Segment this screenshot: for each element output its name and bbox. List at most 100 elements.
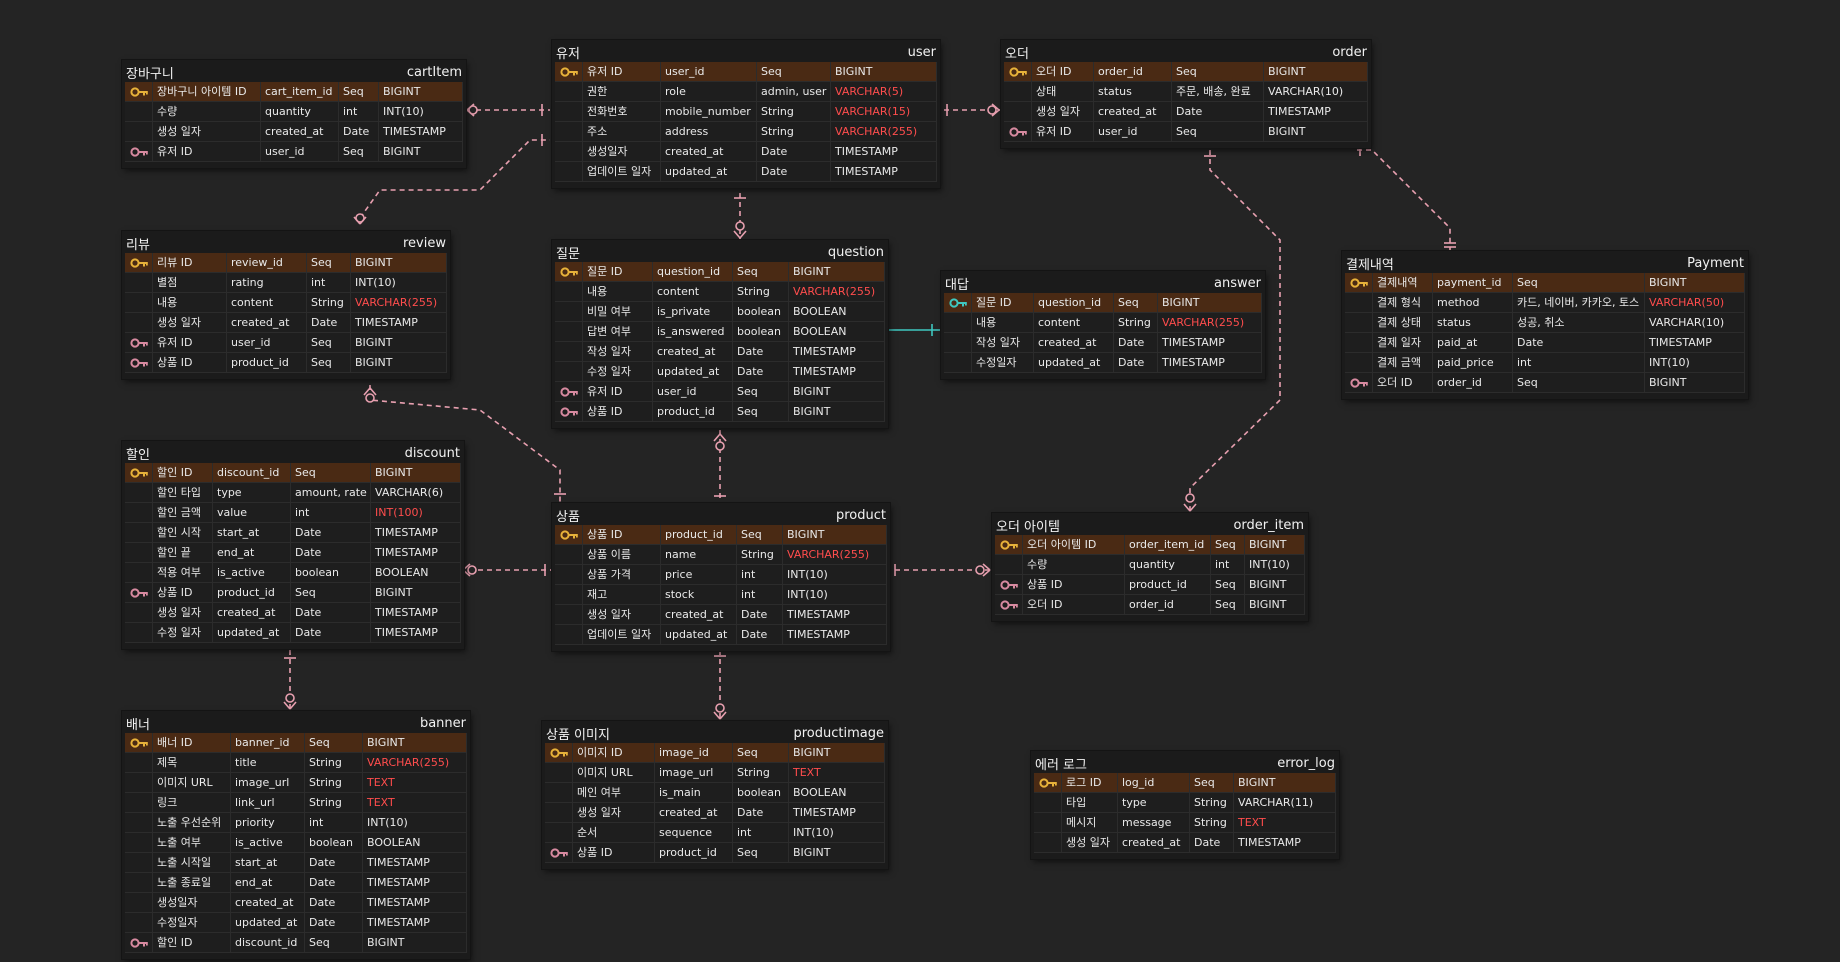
- column-type: INT(10): [351, 273, 447, 293]
- column-name-en: is_active: [231, 833, 305, 853]
- column-name-ko: 작성 일자: [972, 333, 1034, 353]
- column-name-ko: 재고: [583, 585, 661, 605]
- column-type: BIGINT: [379, 142, 463, 162]
- column-name-ko: 생성 일자: [1032, 102, 1094, 122]
- column-kind: Date: [1114, 333, 1158, 353]
- column-name-ko: 결제 형식: [1373, 293, 1433, 313]
- table-title-en: error_log: [1277, 755, 1335, 771]
- column-name-en: address: [661, 122, 757, 142]
- key-slot: [125, 893, 153, 913]
- table-rows: 할인 ID discount_id Seq BIGINT 할인 타입 type amount…: [125, 463, 461, 643]
- key-slot: [545, 823, 573, 843]
- key-slot: [125, 833, 153, 853]
- column-name-ko: 상품 ID: [153, 353, 227, 373]
- column-kind: Seq: [291, 583, 371, 603]
- column-kind: Seq: [339, 82, 379, 102]
- key-slot: [125, 483, 153, 503]
- column-kind: Date: [305, 893, 363, 913]
- column-name-en: method: [1433, 293, 1513, 313]
- column-kind: Seq: [1211, 595, 1245, 615]
- primary-foreign-key-icon: [944, 293, 972, 313]
- crow-foot-marker: [1183, 503, 1197, 512]
- table-payment[interactable]: 결제내역 Payment 결제내역 payment_id Seq BIGINT 결제 형식 m…: [1342, 251, 1748, 399]
- column-name-ko: 유저 ID: [153, 333, 227, 353]
- key-slot: [1004, 82, 1032, 102]
- column-type: BOOLEAN: [789, 783, 885, 803]
- column-name-ko: 업데이트 일자: [583, 162, 661, 182]
- column-name-ko: 할인 금액: [153, 503, 213, 523]
- column-kind: Date: [305, 853, 363, 873]
- column-name-ko: 질문 ID: [583, 262, 653, 282]
- column-kind: Seq: [733, 262, 789, 282]
- table-title-ko: 결제내역: [1346, 257, 1394, 273]
- column-name-en: user_id: [261, 142, 339, 162]
- column-name-en: end_at: [231, 873, 305, 893]
- table-title-en: user: [907, 44, 936, 60]
- column-kind: int: [307, 273, 351, 293]
- table-discount[interactable]: 할인 discount 할인 ID discount_id Seq BIGINT 할인 타입…: [122, 441, 464, 649]
- column-kind: int: [733, 823, 789, 843]
- key-slot: [555, 162, 583, 182]
- table-title-ko: 대답: [945, 277, 969, 293]
- key-slot: [555, 122, 583, 142]
- column-name-en: name: [661, 545, 737, 565]
- column-name-ko: 노출 여부: [153, 833, 231, 853]
- table-review[interactable]: 리뷰 review 리뷰 ID review_id Seq BIGINT 별점 rating i…: [122, 231, 450, 379]
- column-name-en: user_id: [1094, 122, 1172, 142]
- column-kind: Seq: [733, 382, 789, 402]
- foreign-key-icon: [995, 575, 1023, 595]
- table-rows: 장바구니 아이템 ID cart_item_id Seq BIGINT 수량 quanti…: [125, 82, 463, 162]
- column-kind: 카드, 네이버, 카카오, 토스: [1513, 293, 1645, 313]
- table-cartitem[interactable]: 장바구니 cartItem 장바구니 아이템 ID cart_item_id Seq BI…: [122, 60, 466, 168]
- column-name-en: product_id: [213, 583, 291, 603]
- table-order-item[interactable]: 오더 아이템 order_item 오더 아이템 ID order_item_id Se…: [992, 513, 1308, 621]
- column-type: INT(10): [783, 585, 887, 605]
- table-header: 할인 discount: [125, 443, 461, 463]
- column-name-ko: 노출 시작일: [153, 853, 231, 873]
- column-name-en: start_at: [231, 853, 305, 873]
- column-type: BIGINT: [783, 525, 887, 545]
- table-product[interactable]: 상품 product 상품 ID product_id Seq BIGINT 상품 이름 na…: [552, 503, 890, 651]
- column-type: BIGINT: [1264, 122, 1368, 142]
- table-rows: 결제내역 payment_id Seq BIGINT 결제 형식 method 카드, 네이…: [1345, 273, 1745, 393]
- column-kind: Date: [1172, 102, 1264, 122]
- foreign-key-icon: [125, 933, 153, 953]
- column-name-ko: 타입: [1062, 793, 1118, 813]
- table-rows: 질문 ID question_id Seq BIGINT 내용 content String…: [944, 293, 1262, 373]
- key-slot: [125, 563, 153, 583]
- column-name-en: review_id: [227, 253, 307, 273]
- table-header: 오더 order: [1004, 42, 1368, 62]
- key-slot: [125, 273, 153, 293]
- column-kind: 주문, 배송, 완료: [1172, 82, 1264, 102]
- column-type: INT(10): [789, 823, 885, 843]
- key-slot: [125, 913, 153, 933]
- column-name-en: type: [1118, 793, 1190, 813]
- column-kind: admin, user: [757, 82, 831, 102]
- column-type: BIGINT: [1245, 575, 1305, 595]
- column-kind: String: [737, 545, 783, 565]
- table-header: 오더 아이템 order_item: [995, 515, 1305, 535]
- column-type: TIMESTAMP: [363, 873, 467, 893]
- column-name-en: status: [1433, 313, 1513, 333]
- column-name-ko: 수정일자: [153, 913, 231, 933]
- column-kind: Seq: [733, 743, 789, 763]
- table-answer[interactable]: 대답 answer 질문 ID question_id Seq BIGINT 내용 conte…: [941, 271, 1265, 379]
- crow-foot-marker: [733, 230, 747, 239]
- column-name-en: priority: [231, 813, 305, 833]
- column-type: VARCHAR(50): [1645, 293, 1745, 313]
- table-banner[interactable]: 배너 banner 배너 ID banner_id Seq BIGINT 제목 title St…: [122, 711, 470, 959]
- column-kind: boolean: [305, 833, 363, 853]
- table-order[interactable]: 오더 order 오더 ID order_id Seq BIGINT 상태 status 주문,…: [1001, 40, 1371, 148]
- table-question[interactable]: 질문 question 질문 ID question_id Seq BIGINT 내용 con…: [552, 240, 888, 428]
- table-error-log[interactable]: 에러 로그 error_log 로그 ID log_id Seq BIGINT 타입 type…: [1031, 751, 1339, 859]
- column-type: INT(10): [783, 565, 887, 585]
- column-type: BIGINT: [789, 262, 885, 282]
- table-productimage[interactable]: 상품 이미지 productimage 이미지 ID image_id Seq BIGIN…: [542, 721, 888, 869]
- column-name-ko: 링크: [153, 793, 231, 813]
- column-type: BIGINT: [371, 463, 461, 483]
- column-name-ko: 수정 일자: [583, 362, 653, 382]
- column-type: BIGINT: [831, 62, 937, 82]
- table-user[interactable]: 유저 user 유저 ID user_id Seq BIGINT 권한 role admin, …: [552, 40, 940, 188]
- key-slot: [1034, 833, 1062, 853]
- primary-key-icon: [1004, 62, 1032, 82]
